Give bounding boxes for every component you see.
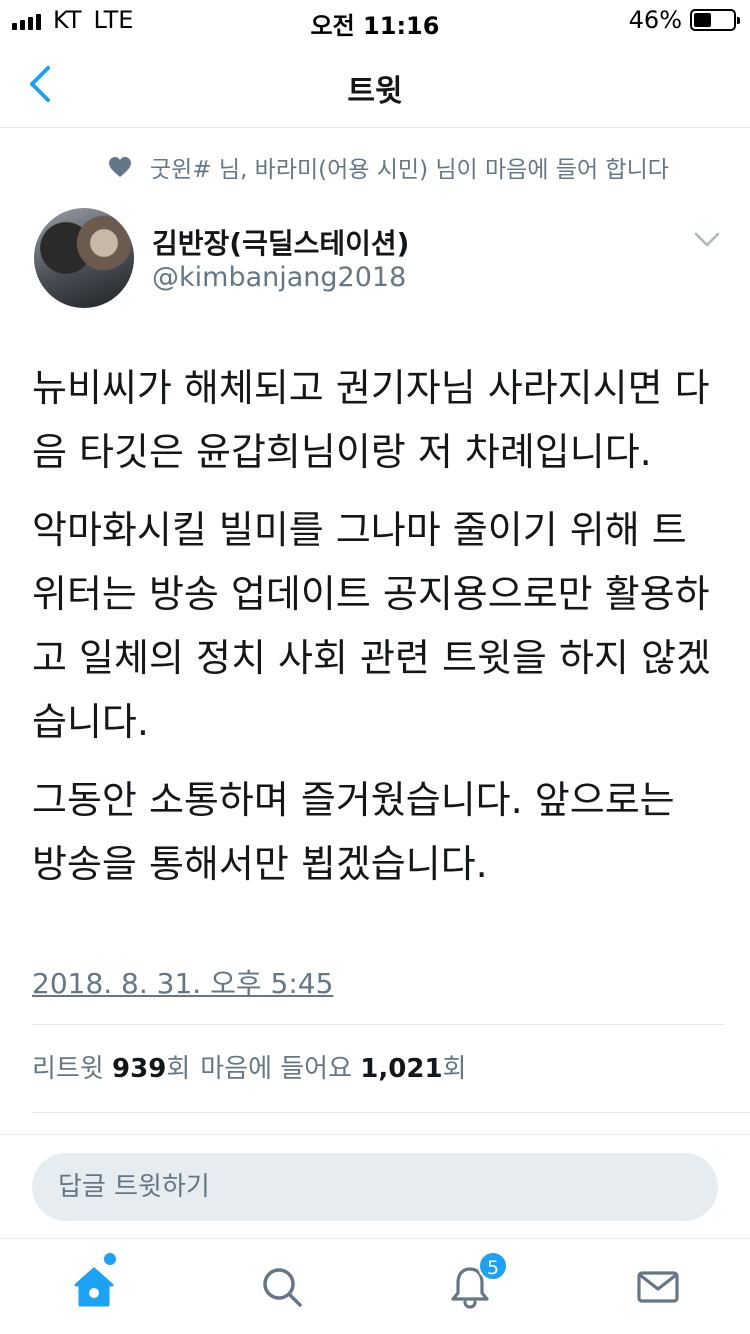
status-right: 46%: [628, 6, 740, 34]
tweet-paragraph: 뉴비씨가 해체되고 권기자님 사라지시면 다음 타깃은 윤갑희님이랑 저 차례입…: [32, 366, 710, 474]
tweet-paragraph: 그동안 소통하며 즐거웠습니다. 앞으로는 방송을 통해서만 뵙겠습니다.: [32, 778, 675, 886]
notification-badge: 5: [478, 1251, 508, 1281]
retweet-unit: 회: [166, 1054, 191, 1084]
new-content-dot: [104, 1253, 116, 1265]
retweet-stat[interactable]: 리트윗 939회: [32, 1048, 190, 1085]
tweet-text: 뉴비씨가 해체되고 권기자님 사라지시면 다음 타깃은 윤갑희님이랑 저 차례입…: [32, 356, 712, 910]
reply-input[interactable]: [32, 1153, 718, 1221]
tweet-options-button[interactable]: [694, 232, 720, 248]
like-unit: 회: [442, 1054, 467, 1084]
tab-messages[interactable]: [634, 1263, 682, 1311]
mail-icon: [637, 1271, 679, 1303]
social-context-text: 굿윈# 님, 바라미(어용 시민) 님이 마음에 들어 합니다: [150, 157, 669, 183]
reply-bar: [0, 1134, 750, 1238]
battery-fill: [694, 13, 712, 27]
tab-search[interactable]: [258, 1263, 306, 1311]
author-display-name[interactable]: 김반장(극딜스테이션): [152, 222, 409, 262]
tab-notifications[interactable]: 5: [446, 1251, 508, 1311]
like-label: 마음에 들어요: [200, 1054, 353, 1084]
chevron-down-icon: [694, 232, 720, 247]
like-stat[interactable]: 마음에 들어요 1,021회: [200, 1048, 466, 1085]
retweet-count: 939: [112, 1054, 167, 1084]
retweet-label: 리트윗: [32, 1054, 104, 1084]
status-bar: KT LTE 오전 11:16 46%: [0, 0, 750, 40]
tab-bar: 5: [0, 1238, 750, 1334]
page-title: 트윗: [347, 74, 403, 109]
divider: [32, 1024, 724, 1025]
tweet-paragraph: 악마화시킬 빌미를 그나마 줄이기 위해 트위터는 방송 업데이트 공지용으로만…: [32, 508, 711, 744]
nav-bar: 트윗: [0, 40, 750, 128]
heart-icon: [109, 157, 131, 177]
search-icon: [263, 1268, 302, 1307]
tab-home[interactable]: [70, 1253, 118, 1311]
social-context[interactable]: 굿윈# 님, 바라미(어용 시민) 님이 마음에 들어 합니다: [108, 150, 669, 184]
avatar[interactable]: [34, 208, 134, 308]
divider: [32, 1112, 750, 1113]
tweet-stats: 리트윗 939회 마음에 들어요 1,021회: [32, 1048, 466, 1085]
like-count: 1,021: [360, 1054, 443, 1084]
battery-percent: 46%: [628, 6, 682, 34]
home-icon: [74, 1267, 114, 1307]
author-screen-name[interactable]: @kimbanjang2018: [152, 262, 406, 293]
battery-icon: [690, 9, 740, 31]
tweet-timestamp[interactable]: 2018. 8. 31. 오후 5:45: [32, 962, 333, 1002]
